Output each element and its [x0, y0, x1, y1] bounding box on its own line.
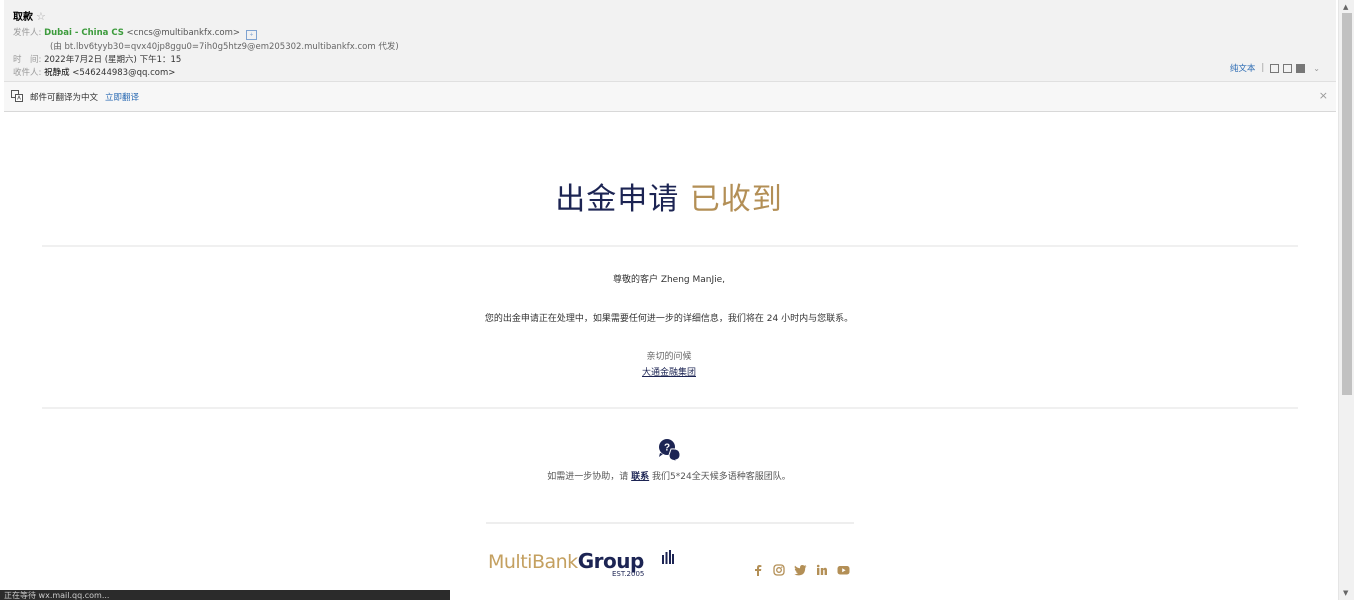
from-label: 发件人: [13, 28, 42, 38]
logo-text-multi: Multi [488, 551, 532, 573]
contact-link[interactable]: 联系 [631, 472, 649, 482]
header-actions: 纯文本 | ⌄ [1230, 62, 1320, 74]
message-text: 您的出金申请正在处理中，如果需要任何进一步的详细信息，我们将在 24 小时内与您… [484, 314, 854, 324]
scroll-down-arrow-icon[interactable]: ▼ [1343, 589, 1348, 597]
new-window-icon[interactable] [1270, 63, 1280, 73]
plain-text-link[interactable]: 纯文本 [1230, 62, 1256, 74]
twitter-icon[interactable] [794, 564, 807, 576]
divider-top [42, 245, 1298, 247]
translate-message: 邮件可翻译为中文 [30, 93, 99, 103]
translate-now-link[interactable]: 立即翻译 [105, 91, 139, 103]
recipient-name[interactable]: 祝静成 [44, 68, 70, 78]
company-name[interactable]: 大通金融集团 [642, 368, 696, 378]
separator: | [1261, 63, 1265, 73]
divider-middle [42, 407, 1298, 409]
to-row: 收件人: 祝静成 <546244983@qq.com> [13, 66, 175, 78]
email-body: 出金申请 已收到 尊敬的客户 Zheng ManJie, 您的出金申请正在处理中… [0, 112, 1338, 600]
add-contact-icon[interactable]: + [245, 30, 257, 40]
time-value: 2022年7月2日 (星期六) 下午1：15 [44, 55, 182, 65]
translate-bar: 邮件可翻译为中文 立即翻译 × [4, 82, 1336, 112]
time-row: 时 间: 2022年7月2日 (星期六) 下午1：15 [13, 53, 181, 65]
footer-divider [486, 522, 854, 524]
recipient-email: <546244983@qq.com> [72, 68, 176, 78]
title-part-2: 已收到 [689, 182, 783, 217]
svg-text:?: ? [664, 443, 670, 454]
sender-email: <cncs@multibankfx.com> [126, 28, 240, 38]
print-icon[interactable] [1296, 63, 1306, 73]
export-icon[interactable] [1283, 63, 1293, 73]
scroll-up-arrow-icon[interactable]: ▲ [1343, 3, 1348, 11]
translate-icon [11, 90, 23, 102]
sender-name[interactable]: Dubai - China CS [44, 28, 124, 38]
social-links [752, 564, 850, 576]
greeting: 尊敬的客户 Zheng ManJie, [612, 275, 726, 285]
star-icon[interactable]: ☆ [36, 10, 46, 23]
via-row: (由 bt.lbv6tyyb30=qvx40jp8ggu0=7ih0g5htz9… [50, 42, 399, 52]
time-label: 时 间: [13, 55, 42, 65]
company-signature: 大通金融集团 [0, 365, 1338, 378]
linkedin-icon[interactable] [816, 564, 828, 576]
chevron-down-icon[interactable]: ⌄ [1313, 64, 1320, 73]
to-label: 收件人: [13, 68, 42, 78]
from-row: 发件人: Dubai - China CS <cncs@multibankfx.… [13, 26, 257, 40]
instagram-icon[interactable] [773, 564, 785, 576]
mail-header: 取款 ☆ 发件人: Dubai - China CS <cncs@multiban… [4, 0, 1336, 82]
youtube-icon[interactable] [837, 564, 850, 576]
vertical-scrollbar[interactable]: ▲ ▼ [1338, 0, 1354, 600]
mail-subject: 取款 [13, 12, 33, 23]
email-title: 出金申请 已收到 [0, 174, 1338, 218]
logo-est: EST.2005 [612, 570, 645, 578]
help-chat-icon: ? [659, 439, 681, 462]
facebook-icon[interactable] [752, 564, 764, 576]
help-text: 如需进一步协助，请 联系 我们5*24全天候多语种客服团队。 [0, 469, 1338, 482]
close-icon[interactable]: × [1319, 89, 1328, 102]
help-prefix: 如需进一步协助，请 [547, 472, 629, 482]
mail-viewport: 取款 ☆ 发件人: Dubai - China CS <cncs@multiban… [0, 0, 1338, 600]
browser-status-bar: 正在等待 wx.mail.qq.com... [0, 590, 450, 600]
logo-bars-icon [662, 550, 674, 564]
multibank-logo[interactable]: MultiBankGroup EST.2005 [488, 549, 674, 579]
regards-text: 亲切的问候 [646, 352, 692, 362]
subject-row: 取款 ☆ [13, 8, 46, 23]
help-suffix: 我们5*24全天候多语种客服团队。 [652, 472, 791, 482]
logo-text-bank: Bank [531, 551, 578, 573]
title-part-1: 出金申请 [555, 182, 680, 217]
scroll-thumb[interactable] [1342, 13, 1352, 395]
